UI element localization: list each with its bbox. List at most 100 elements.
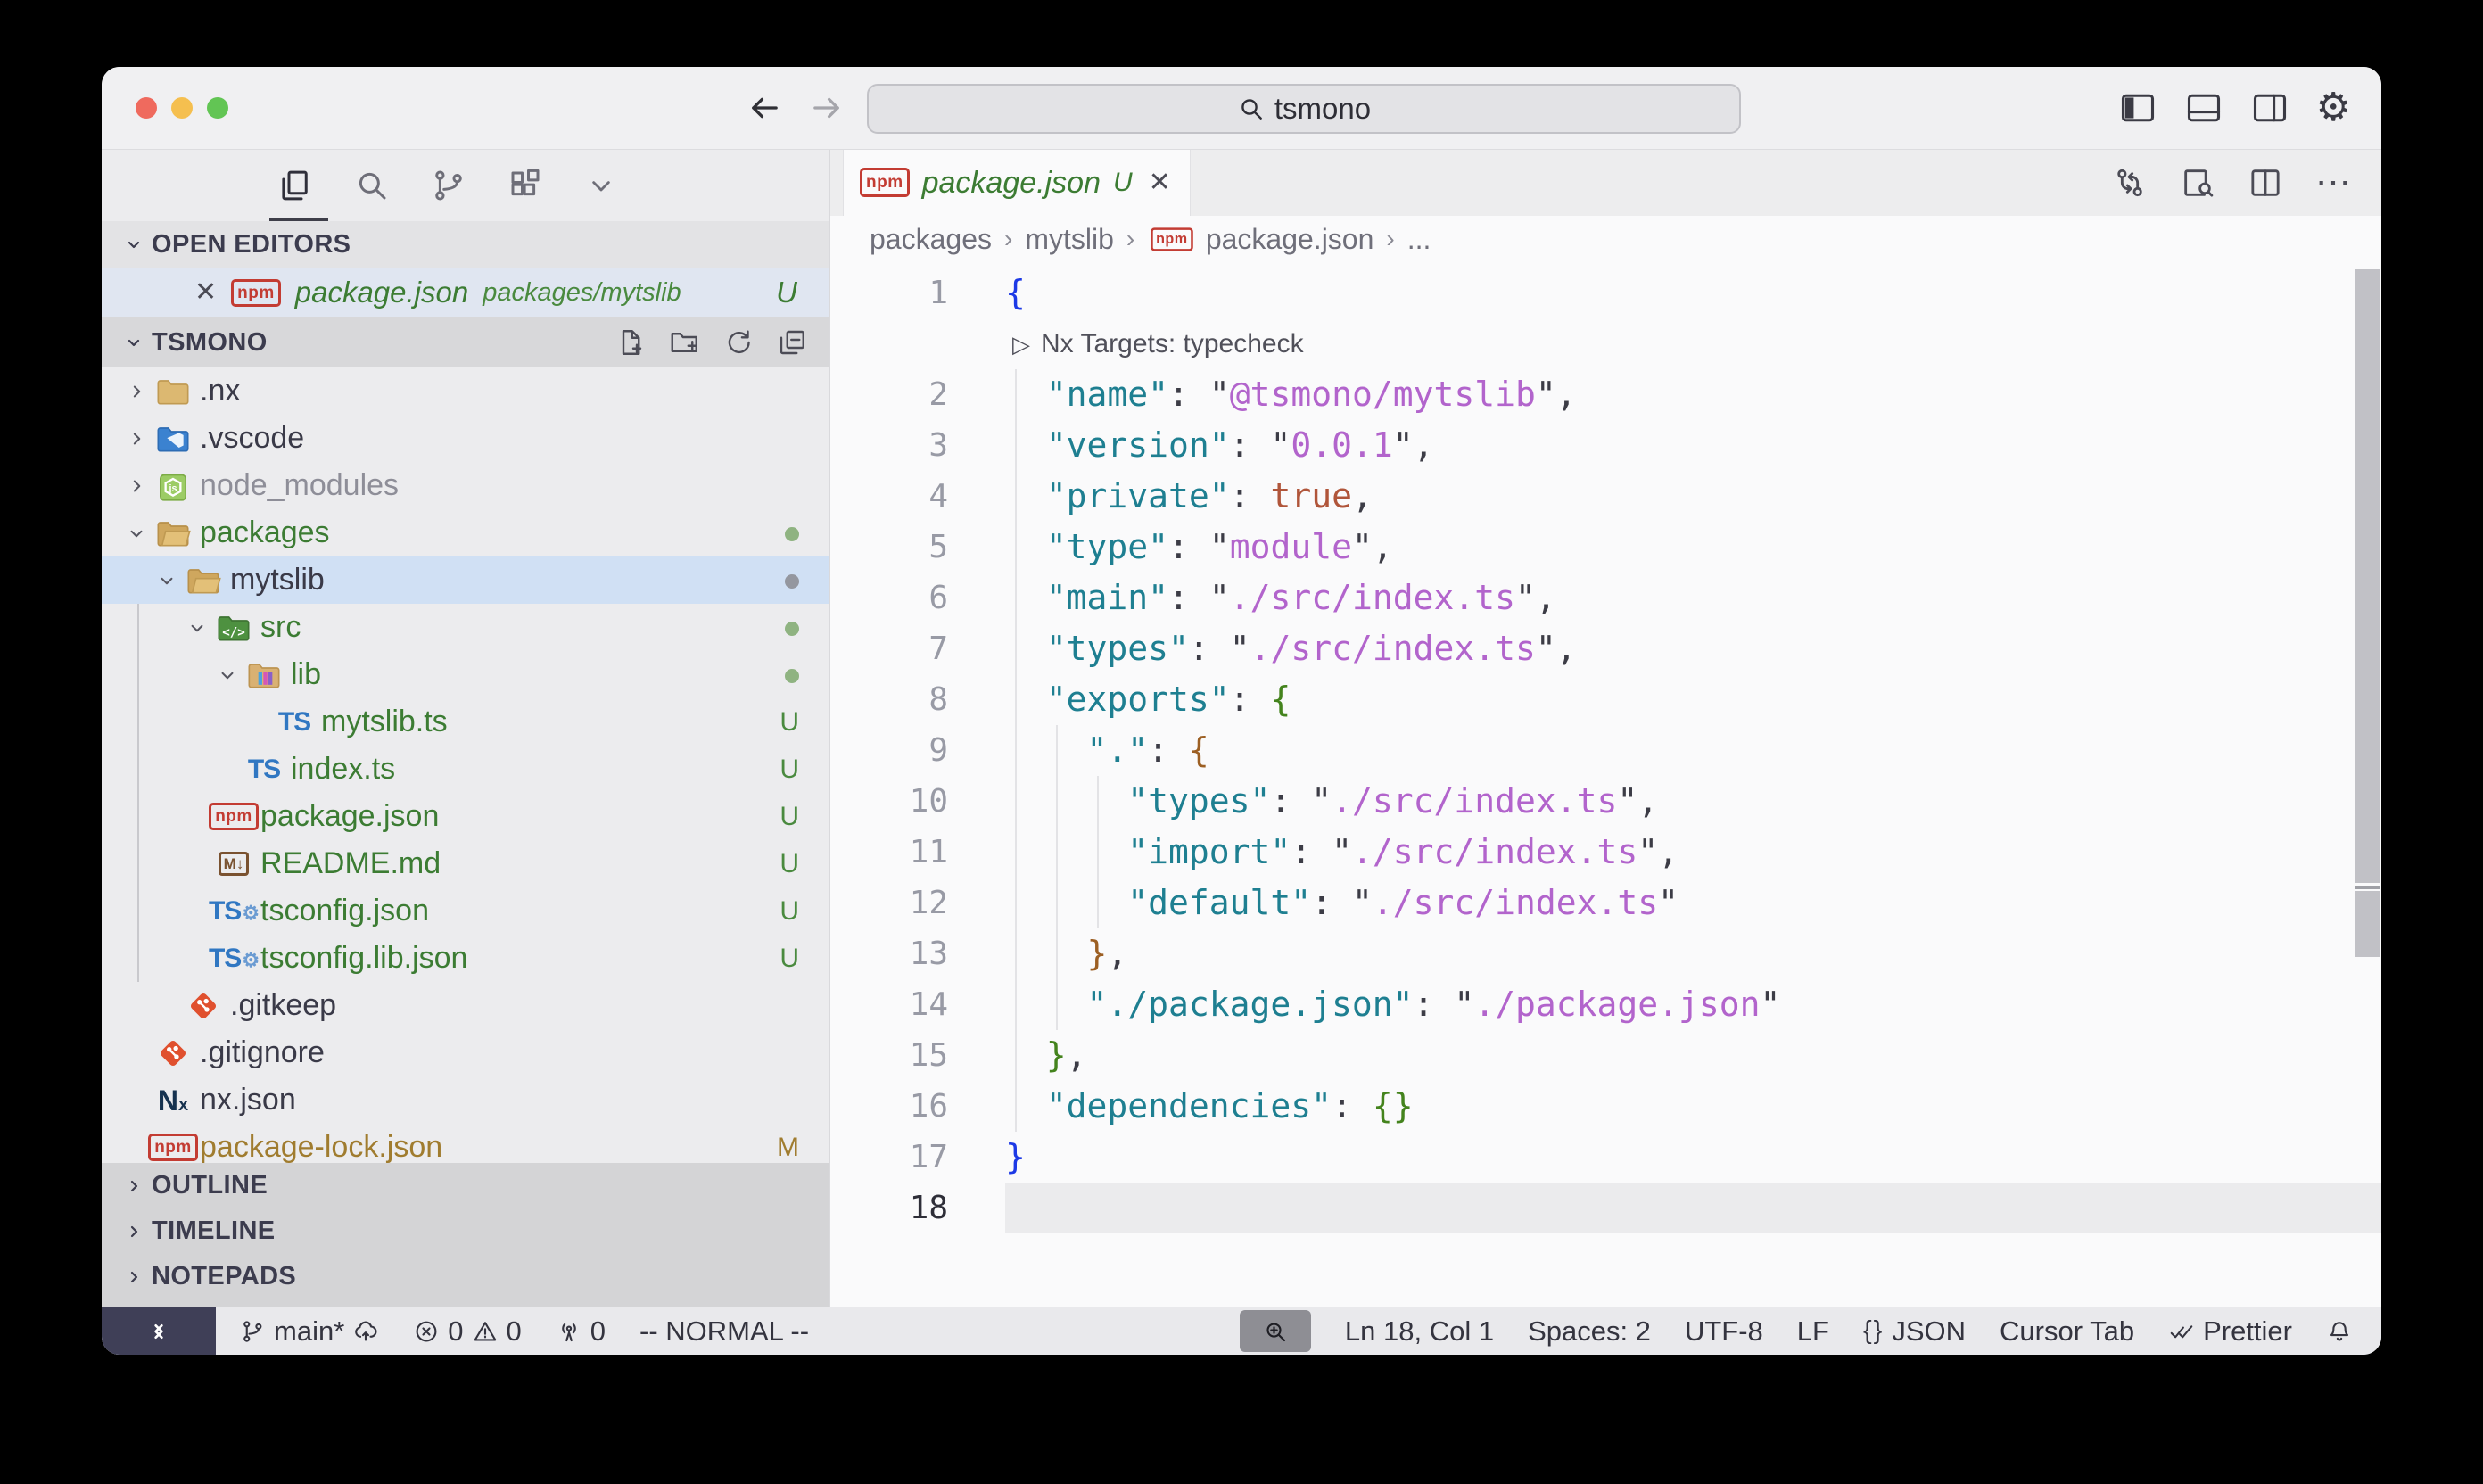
files-view-button[interactable] xyxy=(276,167,314,204)
close-editor-icon[interactable]: ✕ xyxy=(194,279,217,306)
git-branch-icon xyxy=(239,1318,266,1345)
code-line-content: }, xyxy=(1005,928,2381,979)
search-view-button[interactable] xyxy=(353,167,391,204)
status-cursor-tab[interactable]: Cursor Tab xyxy=(2000,1315,2134,1348)
code-editor[interactable]: 1{▷Nx Targets: typecheck2 "name": "@tsmo… xyxy=(830,262,2381,1307)
status-encoding[interactable]: UTF-8 xyxy=(1685,1315,1763,1348)
status-git-branch[interactable]: main* xyxy=(239,1315,379,1348)
navigate-back-icon[interactable] xyxy=(746,89,783,127)
open-editor-path: packages/mytslib xyxy=(483,278,681,308)
tab-package-json[interactable]: npm package.json U ✕ xyxy=(843,150,1191,216)
close-tab-icon[interactable]: ✕ xyxy=(1149,169,1171,196)
codelens-nx-targets[interactable]: ▷Nx Targets: typecheck xyxy=(830,318,2381,369)
npm-file-icon: npm xyxy=(148,1134,198,1161)
code-line-16: 16 "dependencies": {} xyxy=(830,1081,2381,1132)
new-folder-icon[interactable] xyxy=(669,326,701,359)
code-line-content: "main": "./src/index.ts", xyxy=(1005,573,2381,623)
extensions-view-button[interactable] xyxy=(507,167,544,204)
tree-item-tsconfig.lib.json[interactable]: TS⚙tsconfig.lib.jsonU xyxy=(102,935,829,982)
status-vim-mode[interactable]: -- NORMAL -- xyxy=(639,1315,809,1348)
section-header-notepads[interactable]: NOTEPADS xyxy=(102,1254,829,1299)
status-problems[interactable]: 00 xyxy=(413,1315,522,1348)
zoom-window-button[interactable] xyxy=(207,97,228,119)
status-eol[interactable]: LF xyxy=(1797,1315,1829,1348)
status-screencast-zoom[interactable] xyxy=(1240,1310,1311,1352)
chevron-down-view-button[interactable] xyxy=(583,168,619,203)
status-broadcast[interactable]: 0 xyxy=(556,1315,606,1348)
chevron-right-icon xyxy=(123,1266,144,1288)
collapse-all-icon[interactable] xyxy=(776,326,808,359)
search-icon xyxy=(1237,95,1266,123)
gear-icon[interactable]: ⚙ xyxy=(2316,88,2351,128)
close-window-button[interactable] xyxy=(136,97,157,119)
tree-item-.nx[interactable]: .nx xyxy=(102,367,829,415)
folder-lib-icon xyxy=(246,658,282,692)
tree-item-mytslib[interactable]: mytslib xyxy=(102,556,829,604)
tree-item-tsconfig.json[interactable]: TS⚙tsconfig.jsonU xyxy=(102,887,829,935)
tree-item-label: tsconfig.json xyxy=(260,894,429,928)
tree-item-.gitkeep[interactable]: .gitkeep xyxy=(102,982,829,1029)
folder-open-icon xyxy=(186,564,221,598)
layout-sidebar-left-icon[interactable] xyxy=(2118,88,2157,128)
status-formatter[interactable]: Prettier xyxy=(2168,1315,2292,1348)
status-text: Ln 18, Col 1 xyxy=(1345,1315,1494,1348)
compare-icon[interactable] xyxy=(2112,165,2148,201)
chevron-down-icon xyxy=(123,234,144,255)
status-notifications[interactable] xyxy=(2326,1318,2353,1345)
preview-icon[interactable] xyxy=(2180,165,2215,201)
tree-item-.gitignore[interactable]: .gitignore xyxy=(102,1029,829,1076)
tree-item-lib[interactable]: lib xyxy=(102,651,829,698)
editor-scrollbar[interactable] xyxy=(2355,262,2380,1307)
tree-item-src[interactable]: </>src xyxy=(102,604,829,651)
tree-item-README.md[interactable]: M↓README.mdU xyxy=(102,840,829,887)
status-language-mode[interactable]: {}JSON xyxy=(1863,1315,1966,1348)
code-line-9: 9 ".": { xyxy=(830,725,2381,776)
command-center-search[interactable]: tsmono xyxy=(867,84,1741,134)
code-line-13: 13 }, xyxy=(830,928,2381,979)
split-editor-icon[interactable] xyxy=(2248,165,2283,201)
minimize-window-button[interactable] xyxy=(171,97,193,119)
tree-item-packages[interactable]: packages xyxy=(102,509,829,556)
section-header-outline[interactable]: OUTLINE xyxy=(102,1163,829,1208)
workspace-header[interactable]: TSMONO xyxy=(102,317,829,367)
breadcrumb-item-packages[interactable]: packages xyxy=(870,223,992,256)
navigate-forward-icon[interactable] xyxy=(808,89,846,127)
new-file-icon[interactable] xyxy=(615,326,648,359)
open-editors-header[interactable]: OPEN EDITORS xyxy=(102,221,829,268)
bell-icon xyxy=(2326,1318,2353,1345)
code-line-content: "private": true, xyxy=(1005,471,2381,522)
status-text: JSON xyxy=(1892,1315,1966,1348)
tree-item-node-modules[interactable]: jsnode_modules xyxy=(102,462,829,509)
tree-item-nx.json[interactable]: Nxnx.json xyxy=(102,1076,829,1124)
status-text: -- NORMAL -- xyxy=(639,1315,809,1348)
tree-item-package.json[interactable]: npmpackage.jsonU xyxy=(102,793,829,840)
more-actions-icon[interactable]: ⋯ xyxy=(2315,165,2351,201)
layout-panel-icon[interactable] xyxy=(2184,88,2223,128)
sidebar-bottom-sections: OUTLINETIMELINENOTEPADS xyxy=(102,1163,829,1307)
section-header-timeline[interactable]: TIMELINE xyxy=(102,1208,829,1254)
tree-item-index.ts[interactable]: TSindex.tsU xyxy=(102,746,829,793)
source-control-view-button[interactable] xyxy=(430,167,467,204)
line-number: 10 xyxy=(830,776,948,827)
markdown-file-icon: M↓ xyxy=(219,852,250,876)
tree-item-mytslib.ts[interactable]: TSmytslib.tsU xyxy=(102,698,829,746)
status-text: main* xyxy=(274,1315,344,1348)
breadcrumb-item-mytslib[interactable]: mytslib xyxy=(1025,223,1114,256)
breadcrumb-item-package.json[interactable]: npmpackage.json xyxy=(1147,223,1373,256)
status-indentation[interactable]: Spaces: 2 xyxy=(1528,1315,1651,1348)
layout-sidebar-right-icon[interactable] xyxy=(2250,88,2289,128)
refresh-icon[interactable] xyxy=(722,326,755,359)
code-line-content xyxy=(1005,1183,2381,1233)
status-cursor-position[interactable]: Ln 18, Col 1 xyxy=(1345,1315,1494,1348)
chevron-down-icon xyxy=(152,569,182,592)
code-line-6: 6 "main": "./src/index.ts", xyxy=(830,573,2381,623)
tree-item-.vscode[interactable]: .vscode xyxy=(102,415,829,462)
breadcrumb-separator: › xyxy=(1126,225,1134,253)
breadcrumb-item-...[interactable]: ... xyxy=(1407,223,1431,256)
status-text: LF xyxy=(1797,1315,1829,1348)
tree-item-package-lock.json[interactable]: npmpackage-lock.jsonM xyxy=(102,1124,829,1163)
remote-indicator[interactable] xyxy=(102,1307,216,1355)
window-controls xyxy=(136,67,228,149)
open-editor-row[interactable]: ✕npmpackage.jsonpackages/mytslibU xyxy=(102,268,829,317)
chevron-right-icon xyxy=(123,1175,144,1197)
